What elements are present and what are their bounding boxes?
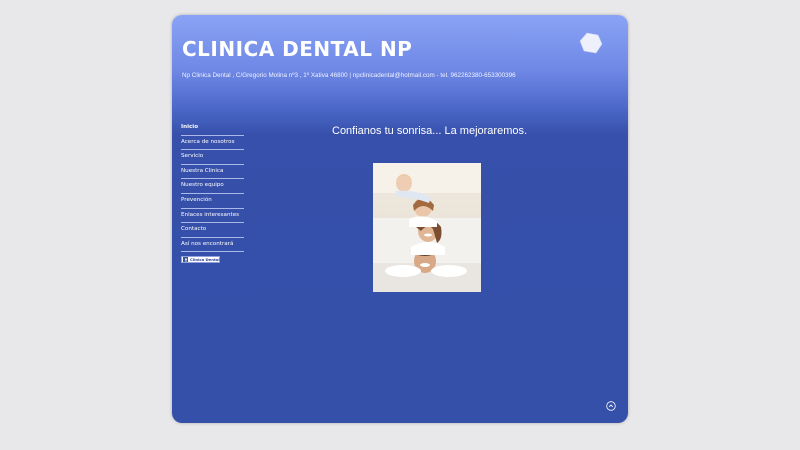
main-nav: Inicio Acerca de nosotros Servicio Nuest…: [181, 121, 244, 253]
nav-item-contacto[interactable]: Contacto: [181, 223, 244, 238]
site-container: CLINICA DENTAL NP Np Clinica Dental , C/…: [172, 15, 628, 423]
site-title: CLINICA DENTAL NP: [182, 37, 413, 61]
chevron-up-icon[interactable]: [606, 401, 616, 411]
hexagon-logo-icon: [579, 32, 603, 54]
nav-item-inicio[interactable]: Inicio: [181, 121, 244, 136]
nav-item-nuestra-clinica[interactable]: Nuestra Clinica: [181, 165, 244, 180]
social-badge-label: Clinica Dental: [190, 257, 220, 262]
facebook-icon: [183, 257, 188, 262]
site-contact-info: Np Clinica Dental , C/Gregorio Molina nº…: [182, 72, 516, 79]
family-photo: [373, 163, 481, 292]
nav-item-servicio[interactable]: Servicio: [181, 150, 244, 165]
social-badge[interactable]: Clinica Dental: [181, 256, 220, 263]
nav-item-nuestro-equipo[interactable]: Nuestro equipo: [181, 179, 244, 194]
nav-item-acerca-de-nosotros[interactable]: Acerca de nosotros: [181, 136, 244, 151]
nav-item-asi-nos-encontrara[interactable]: Así nos encontrará: [181, 238, 244, 253]
main-tagline: Confianos tu sonrisa... La mejoraremos.: [332, 125, 528, 137]
nav-item-enlaces-interesantes[interactable]: Enlaces interesantes: [181, 209, 244, 224]
nav-item-prevencion[interactable]: Prevención: [181, 194, 244, 209]
